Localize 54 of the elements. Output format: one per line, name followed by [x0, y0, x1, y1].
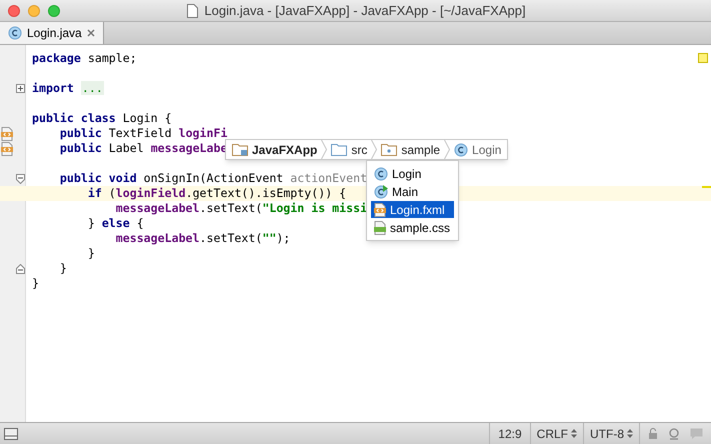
breadcrumb-label: src: [351, 142, 368, 158]
error-stripe-marker: [702, 186, 711, 188]
package-folder-icon: [381, 143, 398, 156]
popup-item[interactable]: Login: [371, 165, 454, 182]
module-folder-icon: [232, 143, 248, 156]
collapse-fold-icon[interactable]: [16, 174, 25, 184]
tab-label: Login.java: [27, 25, 82, 42]
popup-item[interactable]: sample.css: [371, 219, 454, 236]
fxml-file-icon: [374, 202, 386, 216]
run-class-icon: [374, 184, 388, 198]
inspector-icon[interactable]: [668, 428, 680, 440]
code-line: public Label messageLabe: [58, 141, 228, 156]
breadcrumb-item[interactable]: JavaFXApp: [232, 140, 318, 158]
editor-tab[interactable]: Login.java: [0, 22, 104, 44]
class-icon: [8, 26, 22, 40]
popup-item[interactable]: Login.fxml: [371, 201, 454, 218]
code-line: messageLabel.setText("");: [114, 231, 290, 246]
minimize-window-button[interactable]: [28, 4, 40, 16]
updown-icon: [571, 429, 577, 438]
updown-icon: [627, 429, 633, 438]
close-window-button[interactable]: [8, 4, 20, 16]
code-line: }: [32, 276, 39, 291]
lock-icon[interactable]: [648, 428, 658, 439]
code-line: import ...: [32, 81, 104, 96]
code-line: public class Login {: [32, 111, 172, 126]
code-line: package sample;: [32, 51, 137, 66]
code-line: public TextField loginFi: [58, 126, 228, 141]
encoding-selector[interactable]: UTF-8: [590, 424, 624, 442]
popup-item[interactable]: Main: [371, 183, 454, 200]
code-line: if (loginField.getText().isEmpty()) {: [86, 186, 346, 201]
zoom-window-button[interactable]: [48, 4, 60, 16]
class-icon: [454, 142, 468, 156]
breadcrumb-item[interactable]: Login: [454, 140, 502, 158]
code-line: public void onSignIn(ActionEvent actionEvent: [58, 171, 368, 186]
breadcrumb-item[interactable]: src: [331, 140, 368, 158]
expand-fold-icon[interactable]: [16, 84, 25, 93]
breadcrumb-label: Login: [472, 142, 502, 158]
line-separator-selector[interactable]: CRLF: [536, 424, 568, 442]
folder-icon: [331, 143, 348, 156]
class-icon: [374, 166, 388, 180]
panel-toggle-icon[interactable]: [4, 428, 18, 440]
code-line: }: [58, 261, 67, 276]
close-icon[interactable]: [86, 29, 95, 37]
document-icon: [187, 4, 198, 18]
caret-position[interactable]: 12:9: [489, 423, 530, 444]
code-line: } else {: [86, 216, 144, 231]
breadcrumb-label: sample: [401, 142, 440, 158]
code-line: messageLabel.setText("Login is missi: [114, 201, 368, 216]
breadcrumb-item[interactable]: sample: [381, 140, 440, 158]
css-file-icon: [374, 220, 386, 234]
analysis-status-marker: [698, 53, 708, 63]
code-line: }: [86, 246, 95, 261]
breadcrumb-label: JavaFXApp: [252, 142, 318, 158]
window-title: Login.java - [JavaFXApp] - JavaFXApp - [~/JavaFXApp]: [204, 2, 526, 20]
